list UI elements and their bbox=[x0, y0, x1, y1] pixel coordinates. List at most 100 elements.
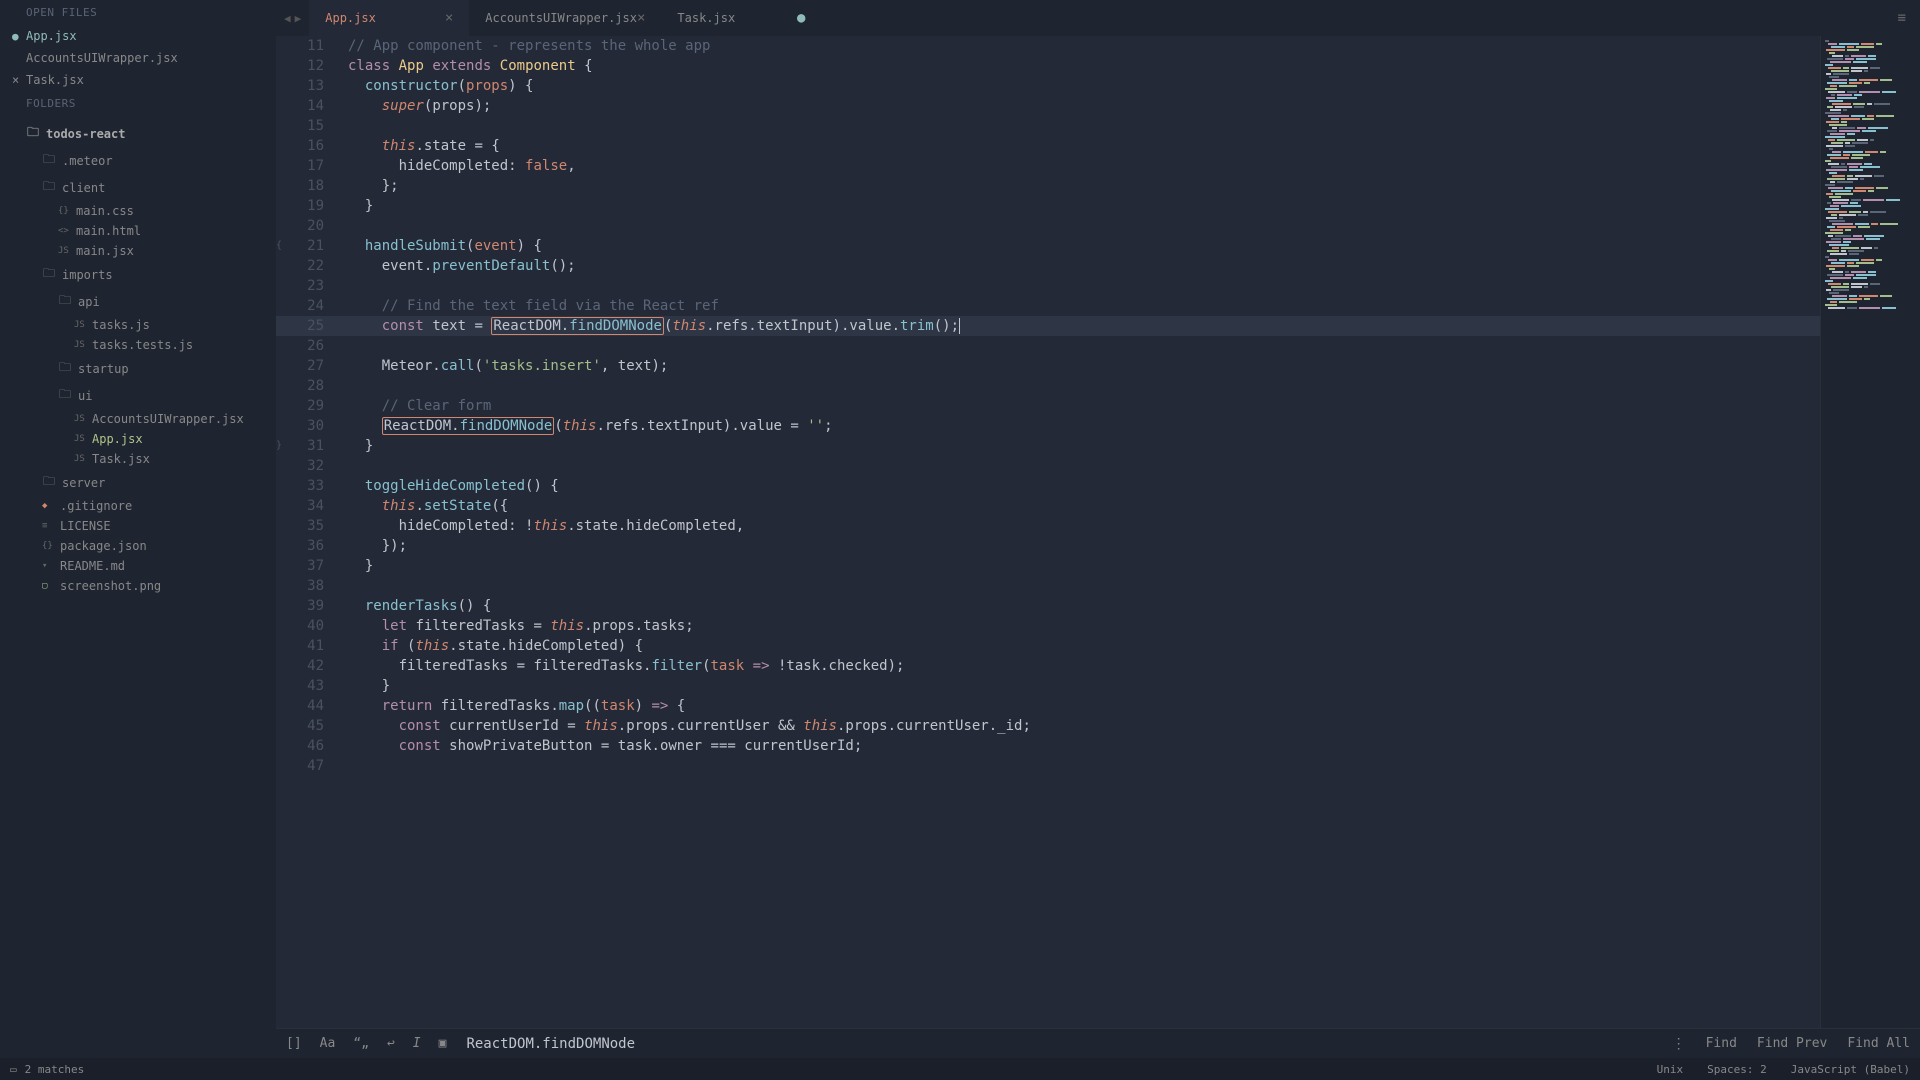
fold-gutter bbox=[276, 656, 290, 676]
code-line[interactable]: 37 } bbox=[276, 556, 1820, 576]
code-line[interactable]: 20 bbox=[276, 216, 1820, 236]
code-line[interactable]: 13 constructor(props) { bbox=[276, 76, 1820, 96]
code-line[interactable]: 12class App extends Component { bbox=[276, 56, 1820, 76]
close-icon[interactable]: × bbox=[12, 73, 26, 87]
folder-item[interactable]: 🗀server bbox=[0, 469, 276, 496]
tab-nav-arrows[interactable]: ◀ ▶ bbox=[276, 0, 309, 36]
code-line[interactable]: 15 bbox=[276, 116, 1820, 136]
file-item[interactable]: JStasks.js bbox=[0, 315, 276, 335]
editor-tab[interactable]: App.jsx× bbox=[309, 0, 469, 36]
file-item[interactable]: JSAccountsUIWrapper.jsx bbox=[0, 409, 276, 429]
code-line[interactable]: {21 handleSubmit(event) { bbox=[276, 236, 1820, 256]
file-item[interactable]: {}package.json bbox=[0, 536, 276, 556]
chevron-left-icon[interactable]: ◀ bbox=[284, 12, 291, 25]
code-line[interactable]: 33 toggleHideCompleted() { bbox=[276, 476, 1820, 496]
find-input[interactable]: ReactDOM.findDOMNode bbox=[446, 1036, 1671, 1052]
code-line[interactable]: 35 hideCompleted: !this.state.hideComple… bbox=[276, 516, 1820, 536]
code-line[interactable]: 25 const text = ReactDOM.findDOMNode(thi… bbox=[276, 316, 1820, 336]
find-menu-icon[interactable]: ⋮ bbox=[1672, 1036, 1686, 1052]
file-item[interactable]: JSApp.jsx bbox=[0, 429, 276, 449]
code-text: const showPrivateButton = task.owner ===… bbox=[340, 736, 862, 756]
code-line[interactable]: 34 this.setState({ bbox=[276, 496, 1820, 516]
file-item[interactable]: <>main.html bbox=[0, 221, 276, 241]
code-text: // App component - represents the whole … bbox=[340, 36, 710, 56]
code-line[interactable]: 38 bbox=[276, 576, 1820, 596]
code-text: if (this.state.hideCompleted) { bbox=[340, 636, 643, 656]
code-line[interactable]: 40 let filteredTasks = this.props.tasks; bbox=[276, 616, 1820, 636]
code-line[interactable]: 39 renderTasks() { bbox=[276, 596, 1820, 616]
find-button[interactable]: Find bbox=[1706, 1036, 1737, 1051]
folder-item[interactable]: 🗀imports bbox=[0, 261, 276, 288]
file-item[interactable]: JSTask.jsx bbox=[0, 449, 276, 469]
line-number: 19 bbox=[290, 196, 340, 216]
code-line[interactable]: 29 // Clear form bbox=[276, 396, 1820, 416]
modified-dot-icon[interactable]: ● bbox=[12, 30, 26, 43]
status-syntax[interactable]: JavaScript (Babel) bbox=[1791, 1063, 1910, 1076]
folder-item[interactable]: 🗀startup bbox=[0, 355, 276, 382]
code-line[interactable]: 30 ReactDOM.findDOMNode(this.refs.textIn… bbox=[276, 416, 1820, 436]
tab-menu-icon[interactable]: ≡ bbox=[1884, 0, 1920, 36]
code-line[interactable]: 22 event.preventDefault(); bbox=[276, 256, 1820, 276]
minimap[interactable] bbox=[1820, 36, 1920, 1028]
chevron-right-icon[interactable]: ▶ bbox=[295, 12, 302, 25]
code-editor[interactable]: 11// App component - represents the whol… bbox=[276, 36, 1820, 1028]
code-line[interactable]: 27 Meteor.call('tasks.insert', text); bbox=[276, 356, 1820, 376]
file-item[interactable]: JSmain.jsx bbox=[0, 241, 276, 261]
open-file-item[interactable]: ●App.jsx bbox=[0, 25, 276, 47]
code-line[interactable]: 36 }); bbox=[276, 536, 1820, 556]
open-file-item[interactable]: ×Task.jsx bbox=[0, 69, 276, 91]
code-text: this.setState({ bbox=[340, 496, 508, 516]
status-spaces[interactable]: Spaces: 2 bbox=[1707, 1063, 1767, 1076]
find-quote-icon[interactable]: “„ bbox=[353, 1036, 369, 1051]
file-item[interactable]: ◆.gitignore bbox=[0, 496, 276, 516]
code-line[interactable]: 28 bbox=[276, 376, 1820, 396]
folder-item[interactable]: 🗀ui bbox=[0, 382, 276, 409]
code-line[interactable]: 41 if (this.state.hideCompleted) { bbox=[276, 636, 1820, 656]
code-line[interactable]: 17 hideCompleted: false, bbox=[276, 156, 1820, 176]
find-all-button[interactable]: Find All bbox=[1847, 1036, 1910, 1051]
code-line[interactable]: 16 this.state = { bbox=[276, 136, 1820, 156]
folder-item[interactable]: 🗀.meteor bbox=[0, 147, 276, 174]
editor-tab[interactable]: AccountsUIWrapper.jsx× bbox=[469, 0, 661, 36]
folder-item[interactable]: 🗀client bbox=[0, 174, 276, 201]
file-item[interactable]: ≡LICENSE bbox=[0, 516, 276, 536]
folder-item[interactable]: 🗀todos-react bbox=[0, 120, 276, 147]
find-regex-icon[interactable]: [] bbox=[286, 1036, 302, 1051]
code-line[interactable]: 11// App component - represents the whol… bbox=[276, 36, 1820, 56]
code-text: event.preventDefault(); bbox=[340, 256, 576, 276]
code-line[interactable]: 26 bbox=[276, 336, 1820, 356]
find-prev-button[interactable]: Find Prev bbox=[1757, 1036, 1827, 1051]
panel-icon[interactable]: ▭ bbox=[10, 1063, 17, 1076]
file-item[interactable]: JStasks.tests.js bbox=[0, 335, 276, 355]
modified-dot-icon[interactable]: ● bbox=[797, 10, 805, 26]
find-wrap-icon[interactable]: ↩ bbox=[387, 1036, 395, 1051]
find-selection-icon[interactable]: ▣ bbox=[439, 1036, 447, 1051]
code-line[interactable]: 18 }; bbox=[276, 176, 1820, 196]
code-line[interactable]: 24 // Find the text field via the React … bbox=[276, 296, 1820, 316]
close-icon[interactable]: × bbox=[637, 10, 645, 26]
code-line[interactable]: 23 bbox=[276, 276, 1820, 296]
close-icon[interactable]: × bbox=[445, 10, 453, 26]
find-case-icon[interactable]: Aa bbox=[320, 1036, 336, 1051]
file-item[interactable]: ▾README.md bbox=[0, 556, 276, 576]
code-line[interactable]: 43 } bbox=[276, 676, 1820, 696]
file-item[interactable]: {}main.css bbox=[0, 201, 276, 221]
code-text: // Find the text field via the React ref bbox=[340, 296, 719, 316]
code-line[interactable]: 14 super(props); bbox=[276, 96, 1820, 116]
code-line[interactable]: 47 bbox=[276, 756, 1820, 776]
code-line[interactable]: 32 bbox=[276, 456, 1820, 476]
code-line[interactable]: 45 const currentUserId = this.props.curr… bbox=[276, 716, 1820, 736]
code-line[interactable]: 44 return filteredTasks.map((task) => { bbox=[276, 696, 1820, 716]
code-line[interactable]: 42 filteredTasks = filteredTasks.filter(… bbox=[276, 656, 1820, 676]
folder-item[interactable]: 🗀api bbox=[0, 288, 276, 315]
code-line[interactable]: }31 } bbox=[276, 436, 1820, 456]
folder-icon: 🗀 bbox=[42, 472, 56, 493]
find-cursor-icon[interactable]: I bbox=[413, 1036, 421, 1051]
open-file-item[interactable]: AccountsUIWrapper.jsx bbox=[0, 47, 276, 69]
file-item[interactable]: ▢screenshot.png bbox=[0, 576, 276, 596]
code-text: }; bbox=[340, 176, 399, 196]
status-encoding[interactable]: Unix bbox=[1657, 1063, 1684, 1076]
editor-tab[interactable]: Task.jsx● bbox=[661, 0, 821, 36]
code-line[interactable]: 19 } bbox=[276, 196, 1820, 216]
code-line[interactable]: 46 const showPrivateButton = task.owner … bbox=[276, 736, 1820, 756]
